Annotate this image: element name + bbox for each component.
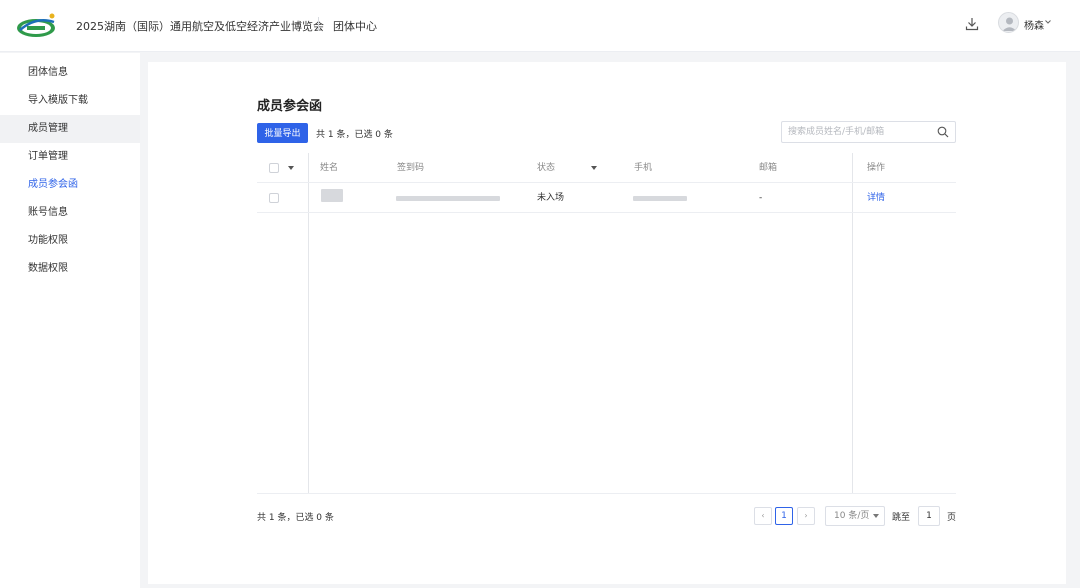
select-all-checkbox[interactable] bbox=[269, 163, 279, 173]
search-input[interactable] bbox=[788, 125, 928, 139]
page-size-value: 10 条/页 bbox=[834, 511, 869, 521]
members-table: 姓名 签到码 状态 手机 邮箱 操作 未入场 - 详情 bbox=[257, 153, 956, 494]
column-header-status[interactable]: 状态 bbox=[537, 153, 555, 183]
app-title: 2025湖南（国际）通用航空及低空经济产业博览会 bbox=[76, 18, 324, 34]
avatar[interactable] bbox=[998, 12, 1019, 33]
current-page[interactable]: 1 bbox=[775, 507, 793, 525]
top-header: 2025湖南（国际）通用航空及低空经济产业博览会 团体中心 杨森 bbox=[0, 0, 1080, 52]
sidebar-item-account-info[interactable]: 账号信息 bbox=[0, 199, 140, 227]
download-icon[interactable] bbox=[965, 17, 979, 31]
status-filter-icon[interactable] bbox=[591, 166, 597, 170]
column-header-checkin-code: 签到码 bbox=[397, 153, 424, 183]
prev-page-button[interactable]: ‹ bbox=[754, 507, 772, 525]
sidebar-item-group-info[interactable]: 团体信息 bbox=[0, 59, 140, 87]
username[interactable]: 杨森 bbox=[1024, 17, 1044, 32]
search-box[interactable] bbox=[781, 121, 956, 143]
header-divider bbox=[318, 17, 319, 31]
sidebar: 团体信息 导入模版下载 成员管理 订单管理 成员参会函 账号信息 功能权限 数据… bbox=[0, 53, 140, 588]
select-dropdown-icon[interactable] bbox=[288, 166, 294, 170]
jump-label: 跳至 bbox=[892, 510, 910, 523]
page-size-select[interactable]: 10 条/页 bbox=[825, 506, 885, 526]
redacted-checkin-code bbox=[396, 196, 500, 201]
sidebar-item-orders[interactable]: 订单管理 bbox=[0, 143, 140, 171]
nav-group-center[interactable]: 团体中心 bbox=[333, 18, 377, 34]
row-detail-link[interactable]: 详情 bbox=[867, 183, 885, 213]
footer-count: 共 1 条，已选 0 条 bbox=[257, 510, 334, 523]
table-header: 姓名 签到码 状态 手机 邮箱 操作 bbox=[257, 153, 956, 183]
sidebar-item-function-permissions[interactable]: 功能权限 bbox=[0, 227, 140, 255]
jump-page-input[interactable] bbox=[918, 506, 940, 526]
selection-count: 共 1 条，已选 0 条 bbox=[316, 127, 393, 140]
row-checkbox[interactable] bbox=[269, 193, 279, 203]
column-header-actions: 操作 bbox=[867, 153, 885, 183]
redacted-name bbox=[321, 189, 343, 202]
sidebar-item-data-permissions[interactable]: 数据权限 bbox=[0, 255, 140, 283]
row-status: 未入场 bbox=[537, 183, 564, 213]
main-content: 成员参会函 批量导出 共 1 条，已选 0 条 姓名 签到码 状态 手机 邮箱 … bbox=[148, 62, 1066, 584]
sidebar-item-members[interactable]: 成员管理 bbox=[0, 115, 140, 143]
column-header-phone: 手机 bbox=[634, 153, 652, 183]
page-title: 成员参会函 bbox=[257, 95, 322, 114]
page-suffix: 页 bbox=[947, 510, 956, 523]
sidebar-item-template-download[interactable]: 导入模版下载 bbox=[0, 87, 140, 115]
sidebar-item-invitation-letters[interactable]: 成员参会函 bbox=[0, 171, 140, 199]
chevron-down-icon bbox=[873, 514, 879, 518]
column-header-name: 姓名 bbox=[320, 153, 338, 183]
chevron-down-icon[interactable] bbox=[1044, 18, 1052, 26]
redacted-phone bbox=[633, 196, 687, 201]
table-row: 未入场 - 详情 bbox=[257, 183, 956, 213]
batch-export-button[interactable]: 批量导出 bbox=[257, 123, 308, 143]
column-header-email: 邮箱 bbox=[759, 153, 777, 183]
search-icon[interactable] bbox=[937, 126, 949, 138]
expo-logo[interactable] bbox=[14, 10, 58, 40]
row-email: - bbox=[759, 183, 762, 213]
next-page-button[interactable]: › bbox=[797, 507, 815, 525]
